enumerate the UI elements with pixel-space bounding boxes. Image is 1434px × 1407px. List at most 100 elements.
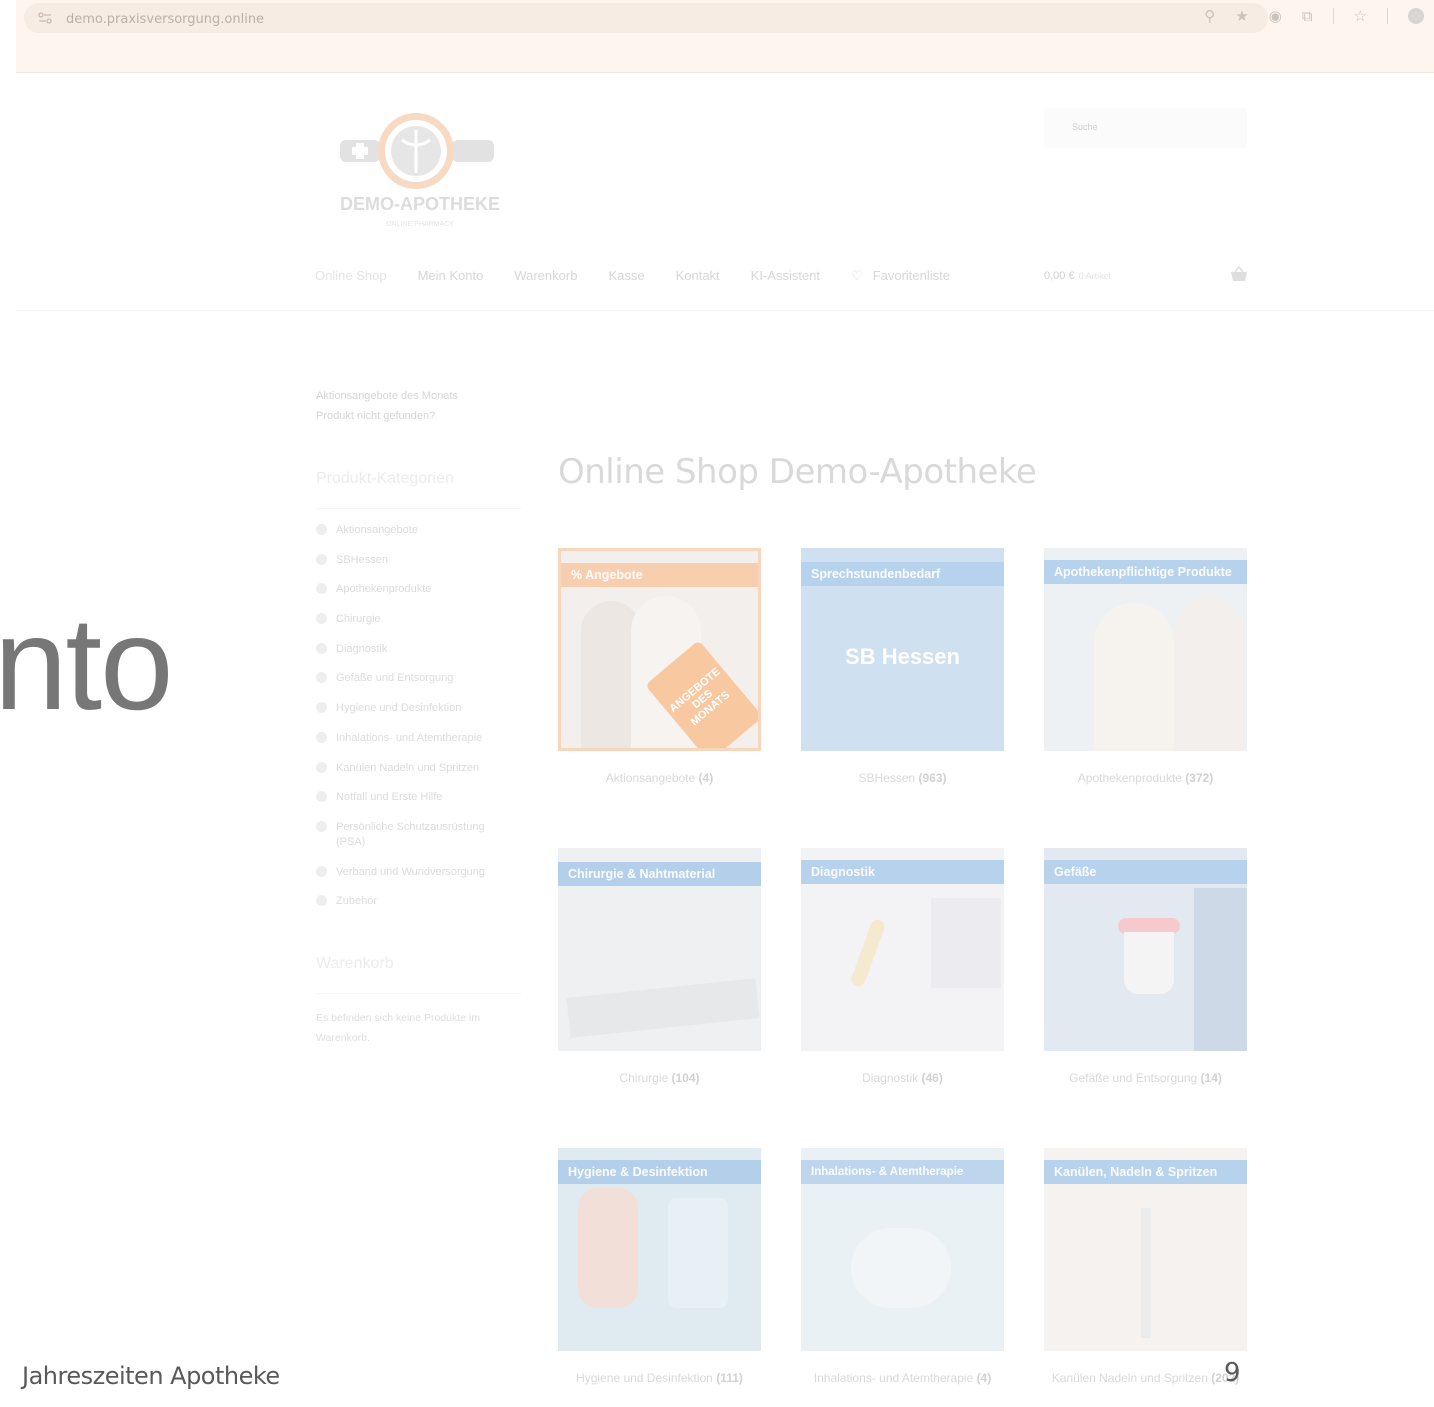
header-cart-total[interactable]: 0,00 €0 Artikel [1044, 270, 1111, 282]
category-image[interactable]: Chirurgie & Nahtmaterial [558, 848, 761, 1051]
extensions-puzzle-icon[interactable]: ⧉ [1302, 8, 1313, 25]
nav-mein-konto[interactable]: Mein Konto [418, 268, 484, 284]
url-text[interactable]: demo.praxisversorgung.online [66, 12, 264, 27]
category-count: (14) [1200, 1071, 1222, 1085]
category-item[interactable]: Notfall und Erste Hilfe [316, 790, 521, 805]
category-label: Persönliche Schutzausrüstung (PSA) [336, 820, 485, 848]
category-image[interactable]: % Angebote ANGEBOTE DES MONATS [558, 548, 761, 751]
category-caption[interactable]: Hygiene und Desinfektion (111) [558, 1371, 761, 1386]
category-image[interactable]: Diagnostik [801, 848, 1004, 1051]
specimen-container [1124, 932, 1174, 994]
svg-text:ONLINE PHARMACY: ONLINE PHARMACY [386, 221, 454, 228]
category-name: Kanülen Nadeln und Spritzen [1051, 1371, 1208, 1385]
search-input[interactable]: Suche [1044, 108, 1247, 148]
nav-warenkorb[interactable]: Warenkorb [514, 268, 577, 284]
nav-favoritenliste[interactable]: ♡ Favoritenliste [851, 268, 950, 284]
category-image[interactable]: Gefäße [1044, 848, 1247, 1051]
category-image[interactable]: Kanülen, Nadeln & Spritzen [1044, 1148, 1247, 1351]
category-caption[interactable]: Chirurgie (104) [558, 1071, 761, 1086]
test-tube [849, 917, 887, 989]
category-count: (104) [671, 1071, 700, 1085]
cart-item-count: 0 Artikel [1078, 271, 1111, 281]
arrow-circle-icon [316, 731, 327, 743]
product-category-card[interactable]: Hygiene & Desinfektion Hygiene und Desin… [558, 1148, 761, 1386]
category-name: Apothekenprodukte [1077, 771, 1182, 785]
category-banner: Sprechstundenbedarf [801, 562, 1004, 586]
category-count: (111) [716, 1371, 743, 1385]
category-label: Diagnostik [336, 642, 388, 655]
category-item[interactable]: Kanülen Nadeln und Spritzen [316, 761, 521, 776]
arrow-circle-icon [316, 702, 327, 714]
category-item[interactable]: Zubehör [316, 894, 521, 909]
category-caption[interactable]: Inhalations- und Atemtherapie (4) [801, 1371, 1004, 1386]
category-label: Kanülen Nadeln und Spritzen [336, 761, 480, 774]
heart-icon: ♡ [851, 268, 863, 283]
product-category-card[interactable]: Chirurgie & Nahtmaterial Chirurgie (104) [558, 848, 761, 1086]
category-item[interactable]: Hygiene und Desinfektion [316, 701, 521, 716]
category-banner: Inhalations- & Atemtherapie [801, 1160, 1004, 1184]
browser-toolbar: demo.praxisversorgung.online ⚲ ★ ◉ ⧉ ☆ [16, 0, 1434, 73]
category-banner: Gefäße [1044, 860, 1247, 884]
category-caption[interactable]: Gefäße und Entsorgung (14) [1044, 1071, 1247, 1086]
category-item[interactable]: SBHessen [316, 553, 521, 568]
syringe [1141, 1208, 1151, 1338]
address-bar[interactable]: demo.praxisversorgung.online [24, 3, 1268, 33]
arrow-circle-icon [316, 791, 327, 803]
product-category-card[interactable]: % Angebote ANGEBOTE DES MONATS Aktionsan… [558, 548, 761, 786]
bookmark-star-icon[interactable]: ★ [1235, 7, 1248, 25]
zoom-icon[interactable]: ⚲ [1204, 7, 1215, 25]
nav-ki-assistent[interactable]: KI-Assistent [751, 268, 820, 284]
nav-online-shop[interactable]: Online Shop [315, 268, 387, 284]
profile-avatar[interactable] [1408, 8, 1424, 24]
category-image[interactable]: Inhalations- & Atemtherapie [801, 1148, 1004, 1351]
category-item[interactable]: Chirurgie [316, 612, 521, 627]
category-caption[interactable]: Aktionsangebote (4) [558, 771, 761, 786]
category-item[interactable]: Aktionsangebote [316, 523, 521, 538]
arrow-circle-icon [316, 761, 327, 773]
category-item[interactable]: Diagnostik [316, 642, 521, 657]
empty-cart-message: Es befinden sich keine Produkte im Waren… [316, 1012, 481, 1045]
category-item[interactable]: Inhalations- und Atemtherapie [316, 731, 521, 746]
link-aktionsangebote-monats[interactable]: Aktionsangebote des Monats [316, 386, 521, 406]
category-name: Aktionsangebote [605, 771, 696, 785]
category-name: Diagnostik [862, 1071, 919, 1085]
category-caption[interactable]: SBHessen (963) [801, 771, 1004, 786]
search-placeholder: Suche [1072, 122, 1098, 132]
category-caption[interactable]: Kanülen Nadeln und Spritzen (202) [1044, 1371, 1247, 1386]
category-banner: Kanülen, Nadeln & Spritzen [1044, 1160, 1247, 1184]
category-item[interactable]: Verband und Wundversorgung [316, 865, 521, 880]
nav-kontakt[interactable]: Kontakt [676, 268, 720, 284]
category-label: SBHessen [336, 553, 388, 566]
link-produkt-nicht-gefunden[interactable]: Produkt nicht gefunden? [316, 406, 521, 426]
arrow-circle-icon [316, 865, 327, 877]
demo-apotheke-logo[interactable]: DEMO-APOTHEKE ONLINE PHARMACY [336, 110, 526, 235]
product-category-card[interactable]: Diagnostik Diagnostik (46) [801, 848, 1004, 1086]
category-label: Verband und Wundversorgung [336, 865, 486, 878]
category-item[interactable]: Apothekenprodukte [316, 582, 521, 597]
category-item[interactable]: Persönliche Schutzausrüstung (PSA) [316, 820, 521, 850]
nav-kasse[interactable]: Kasse [608, 268, 644, 284]
extension-icon[interactable]: ◉ [1269, 7, 1282, 25]
person-figure [1174, 598, 1244, 751]
category-image[interactable]: Sprechstundenbedarf SB Hessen [801, 548, 1004, 751]
category-item[interactable]: Gefäße und Entsorgung [316, 671, 521, 686]
basket-icon[interactable] [1230, 266, 1248, 282]
product-category-card[interactable]: Apothekenpflichtige Produkte Apothekenpr… [1044, 548, 1247, 786]
category-caption[interactable]: Diagnostik (46) [801, 1071, 1004, 1086]
site-settings-icon[interactable] [38, 12, 52, 24]
svg-text:DEMO-APOTHEKE: DEMO-APOTHEKE [340, 194, 500, 214]
product-category-card[interactable]: Inhalations- & Atemtherapie Inhalations-… [801, 1148, 1004, 1386]
category-name: Gefäße und Entsorgung [1069, 1071, 1198, 1085]
product-category-card[interactable]: Kanülen, Nadeln & Spritzen Kanülen Nadel… [1044, 1148, 1247, 1386]
categories-heading: Produkt-Kategorien [316, 470, 521, 509]
bookmarks-icon[interactable]: ☆ [1354, 7, 1367, 25]
inhalation-mask [851, 1228, 951, 1308]
category-label: Inhalations- und Atemtherapie [336, 731, 483, 744]
category-image[interactable]: Hygiene & Desinfektion [558, 1148, 761, 1351]
category-name: Inhalations- und Atemtherapie [813, 1371, 974, 1385]
product-category-card[interactable]: Gefäße Gefäße und Entsorgung (14) [1044, 848, 1247, 1086]
category-caption[interactable]: Apothekenprodukte (372) [1044, 771, 1247, 786]
product-category-card[interactable]: Sprechstundenbedarf SB Hessen SBHessen (… [801, 548, 1004, 786]
category-image[interactable]: Apothekenpflichtige Produkte [1044, 548, 1247, 751]
slide-heading-fragment: nto [0, 590, 173, 737]
